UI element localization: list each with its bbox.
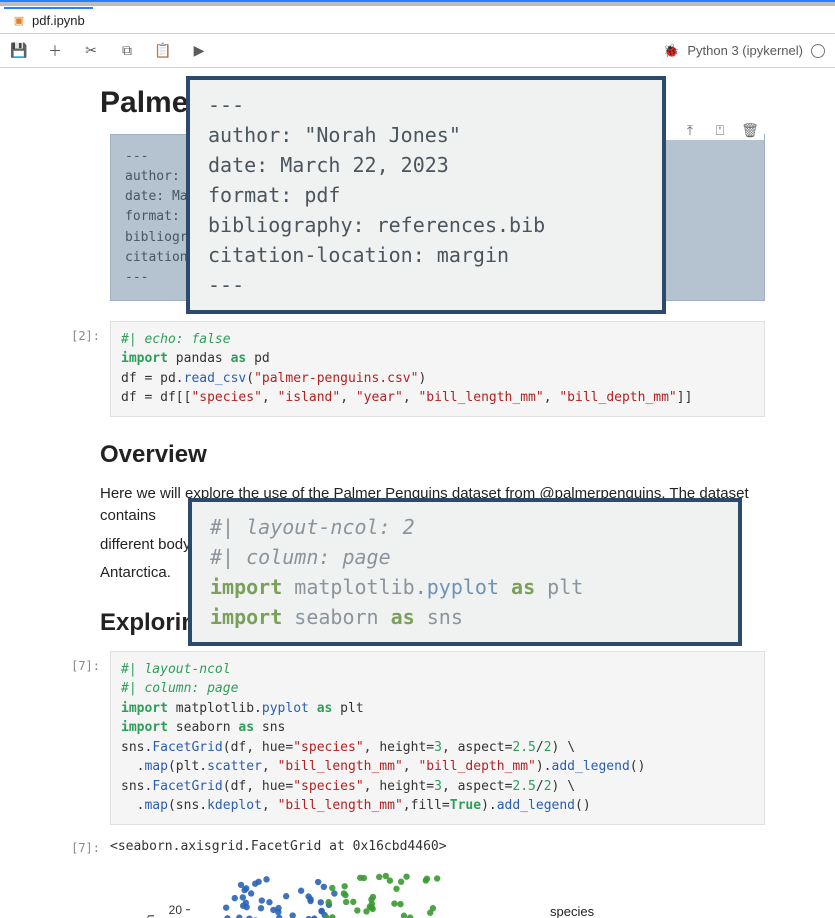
- svg-text:bill_depth_mm: bill_depth_mm: [143, 914, 157, 918]
- code-cell-7[interactable]: [7]: #| layout-ncol #| column: page impo…: [60, 651, 765, 825]
- delete-cell-icon[interactable]: 🗑: [742, 122, 758, 138]
- zoom-callout-code: #| layout-ncol: 2 #| column: page import…: [188, 498, 742, 646]
- svg-text:species: species: [550, 904, 595, 918]
- notebook-content: Palmer ⧉ ↑ ↓ ⤒ ⍞ 🗑 --- author: "No date:…: [0, 68, 835, 918]
- output-text-7: <seaborn.axisgrid.FacetGrid at 0x16cbd44…: [110, 833, 765, 854]
- in-prompt-2: [2]:: [60, 321, 110, 343]
- bug-icon: 🐞: [663, 43, 679, 59]
- notebook-icon: ▣: [12, 14, 26, 28]
- zoom-callout-yaml: --- author: "Norah Jones" date: March 22…: [186, 76, 666, 314]
- code-cell-2[interactable]: [2]: #| echo: false import pandas as pd …: [60, 321, 765, 417]
- overview-heading: Overview: [100, 441, 765, 469]
- in-prompt-7: [7]:: [60, 651, 110, 673]
- output-cell-7: [7]: <seaborn.axisgrid.FacetGrid at 0x16…: [60, 833, 765, 918]
- kernel-status-icon: [811, 44, 825, 58]
- tab-filename: pdf.ipynb: [32, 13, 85, 28]
- kernel-name: Python 3 (ipykernel): [687, 43, 803, 58]
- code-input-2[interactable]: #| echo: false import pandas as pd df = …: [110, 321, 765, 417]
- tab-bar: ▣ pdf.ipynb: [0, 6, 835, 34]
- scatter-plot: 161820bill_depth_mmspeciesAdelieGentooCh…: [140, 860, 660, 918]
- kernel-indicator[interactable]: 🐞 Python 3 (ipykernel): [663, 43, 825, 59]
- insert-above-icon[interactable]: ⤒: [682, 122, 698, 138]
- add-cell-icon[interactable]: ＋: [46, 42, 64, 60]
- out-prompt-7: [7]:: [60, 833, 110, 855]
- save-icon[interactable]: 💾: [10, 42, 28, 60]
- insert-below-icon[interactable]: ⍞: [712, 122, 728, 138]
- cut-icon[interactable]: ✂: [82, 42, 100, 60]
- copy-icon[interactable]: ⧉: [118, 42, 136, 60]
- paste-icon[interactable]: 📋: [154, 42, 172, 60]
- notebook-toolbar: 💾 ＋ ✂ ⧉ 📋 ▶ 🐞 Python 3 (ipykernel): [0, 34, 835, 68]
- run-icon[interactable]: ▶: [190, 42, 208, 60]
- code-input-7[interactable]: #| layout-ncol #| column: page import ma…: [110, 651, 765, 825]
- svg-text:20: 20: [169, 903, 183, 917]
- tab-pdf-ipynb[interactable]: ▣ pdf.ipynb: [4, 7, 93, 32]
